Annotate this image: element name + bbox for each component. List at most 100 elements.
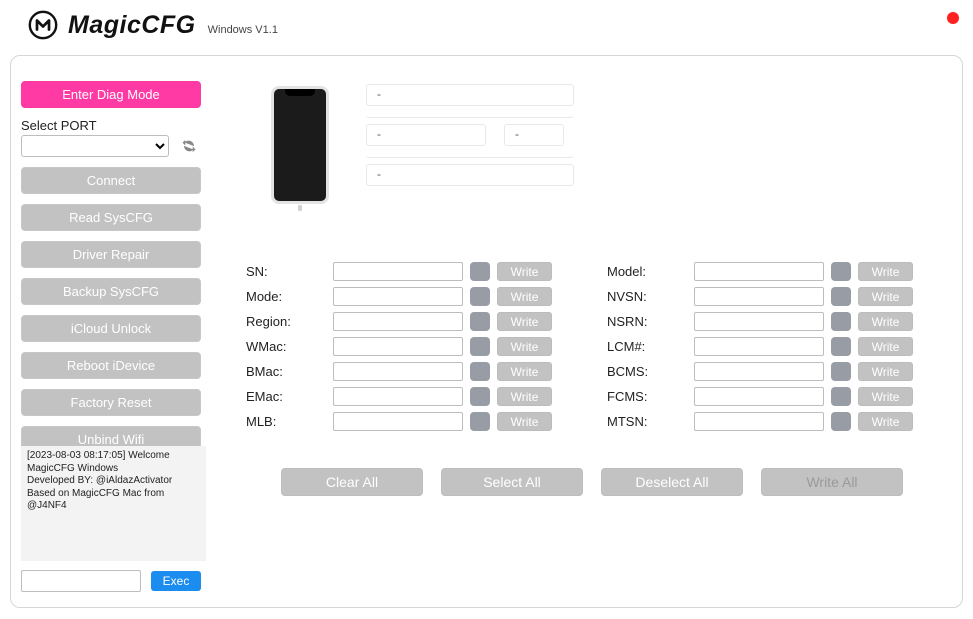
field-input[interactable] <box>333 312 463 331</box>
port-label: Select PORT <box>21 118 221 133</box>
field-label: Model: <box>607 264 687 279</box>
field-toggle[interactable] <box>470 312 490 331</box>
info-divider <box>366 112 574 118</box>
field-input[interactable] <box>333 287 463 306</box>
field-label: FCMS: <box>607 389 687 404</box>
info-line-5: - <box>366 164 574 186</box>
field-input[interactable] <box>694 362 824 381</box>
field-write-button[interactable]: Write <box>858 362 913 381</box>
field-label: EMac: <box>246 389 326 404</box>
phone-icon <box>271 86 329 204</box>
field-row: FCMS: Write <box>607 386 913 407</box>
field-toggle[interactable] <box>470 287 490 306</box>
device-info-panel: - - - - <box>366 84 574 192</box>
log-box: [2023-08-03 08:17:05] Welcome MagicCFG W… <box>21 446 206 561</box>
factory-reset-button[interactable]: Factory Reset <box>21 389 201 416</box>
titlebar: MagicCFG Windows V1.1 <box>0 0 973 50</box>
field-toggle[interactable] <box>831 362 851 381</box>
field-input[interactable] <box>694 262 824 281</box>
icloud-unlock-button[interactable]: iCloud Unlock <box>21 315 201 342</box>
field-grid: SN:WriteMode:WriteRegion:WriteWMac:Write… <box>246 261 913 432</box>
select-all-button[interactable]: Select All <box>441 468 583 496</box>
driver-repair-button[interactable]: Driver Repair <box>21 241 201 268</box>
field-row: WMac:Write <box>246 336 552 357</box>
field-toggle[interactable] <box>831 337 851 356</box>
port-select[interactable] <box>21 135 169 157</box>
reboot-idevice-button[interactable]: Reboot iDevice <box>21 352 201 379</box>
field-col-left: SN:WriteMode:WriteRegion:WriteWMac:Write… <box>246 261 552 432</box>
field-row: BCMS: Write <box>607 361 913 382</box>
field-row: LCM#: Write <box>607 336 913 357</box>
field-input[interactable] <box>333 362 463 381</box>
enter-diag-mode-button[interactable]: Enter Diag Mode <box>21 81 201 108</box>
field-row: Mode: Write <box>246 286 552 307</box>
field-row: MTSN: Write <box>607 411 913 432</box>
field-write-button[interactable]: Write <box>858 262 913 281</box>
field-toggle[interactable] <box>470 337 490 356</box>
field-label: BCMS: <box>607 364 687 379</box>
field-write-button[interactable]: Write <box>858 412 913 431</box>
field-label: NVSN: <box>607 289 687 304</box>
field-write-button[interactable]: Write <box>497 337 552 356</box>
field-input[interactable] <box>333 262 463 281</box>
field-toggle[interactable] <box>470 387 490 406</box>
field-input[interactable] <box>333 412 463 431</box>
field-input[interactable] <box>333 337 463 356</box>
log-line: [2023-08-03 08:17:05] Welcome MagicCFG W… <box>27 450 200 475</box>
app-logo-icon <box>28 10 58 40</box>
field-toggle[interactable] <box>470 262 490 281</box>
field-write-button[interactable]: Write <box>497 262 552 281</box>
backup-syscfg-button[interactable]: Backup SysCFG <box>21 278 201 305</box>
field-row: SN: Write <box>246 261 552 282</box>
field-write-button[interactable]: Write <box>497 412 552 431</box>
field-toggle[interactable] <box>831 262 851 281</box>
field-input[interactable] <box>694 412 824 431</box>
clear-all-button[interactable]: Clear All <box>281 468 423 496</box>
field-input[interactable] <box>694 312 824 331</box>
field-row: Region:Write <box>246 311 552 332</box>
field-write-button[interactable]: Write <box>497 287 552 306</box>
field-toggle[interactable] <box>470 362 490 381</box>
field-row: NSRN: Write <box>607 311 913 332</box>
field-label: LCM#: <box>607 339 687 354</box>
connect-button[interactable]: Connect <box>21 167 201 194</box>
field-label: Mode: <box>246 289 326 304</box>
exec-input[interactable] <box>21 570 141 592</box>
info-line-3b: - <box>504 124 564 146</box>
status-dot <box>947 12 959 24</box>
exec-button[interactable]: Exec <box>151 571 201 591</box>
field-row: BMac: Write <box>246 361 552 382</box>
field-toggle[interactable] <box>470 412 490 431</box>
field-toggle[interactable] <box>831 412 851 431</box>
app-title: MagicCFG <box>68 11 196 40</box>
deselect-all-button[interactable]: Deselect All <box>601 468 743 496</box>
field-write-button[interactable]: Write <box>858 312 913 331</box>
field-input[interactable] <box>333 387 463 406</box>
field-write-button[interactable]: Write <box>497 362 552 381</box>
field-toggle[interactable] <box>831 387 851 406</box>
refresh-icon <box>181 138 197 154</box>
info-line-1: - <box>366 84 574 106</box>
log-line: Developed BY: @iAldazActivator Based on … <box>27 475 200 513</box>
field-row: Model: Write <box>607 261 913 282</box>
field-toggle[interactable] <box>831 312 851 331</box>
field-write-button[interactable]: Write <box>858 287 913 306</box>
field-write-button[interactable]: Write <box>858 387 913 406</box>
field-label: MTSN: <box>607 414 687 429</box>
field-label: SN: <box>246 264 326 279</box>
field-label: NSRN: <box>607 314 687 329</box>
refresh-port-button[interactable] <box>179 136 199 156</box>
write-all-button[interactable]: Write All <box>761 468 903 496</box>
field-label: BMac: <box>246 364 326 379</box>
field-toggle[interactable] <box>831 287 851 306</box>
field-write-button[interactable]: Write <box>858 337 913 356</box>
field-input[interactable] <box>694 287 824 306</box>
read-syscfg-button[interactable]: Read SysCFG <box>21 204 201 231</box>
field-input[interactable] <box>694 387 824 406</box>
field-row: EMac: Write <box>246 386 552 407</box>
sidebar: Enter Diag Mode Select PORT Connect Read… <box>21 81 221 463</box>
device-preview <box>271 86 329 204</box>
field-write-button[interactable]: Write <box>497 312 552 331</box>
field-write-button[interactable]: Write <box>497 387 552 406</box>
field-input[interactable] <box>694 337 824 356</box>
